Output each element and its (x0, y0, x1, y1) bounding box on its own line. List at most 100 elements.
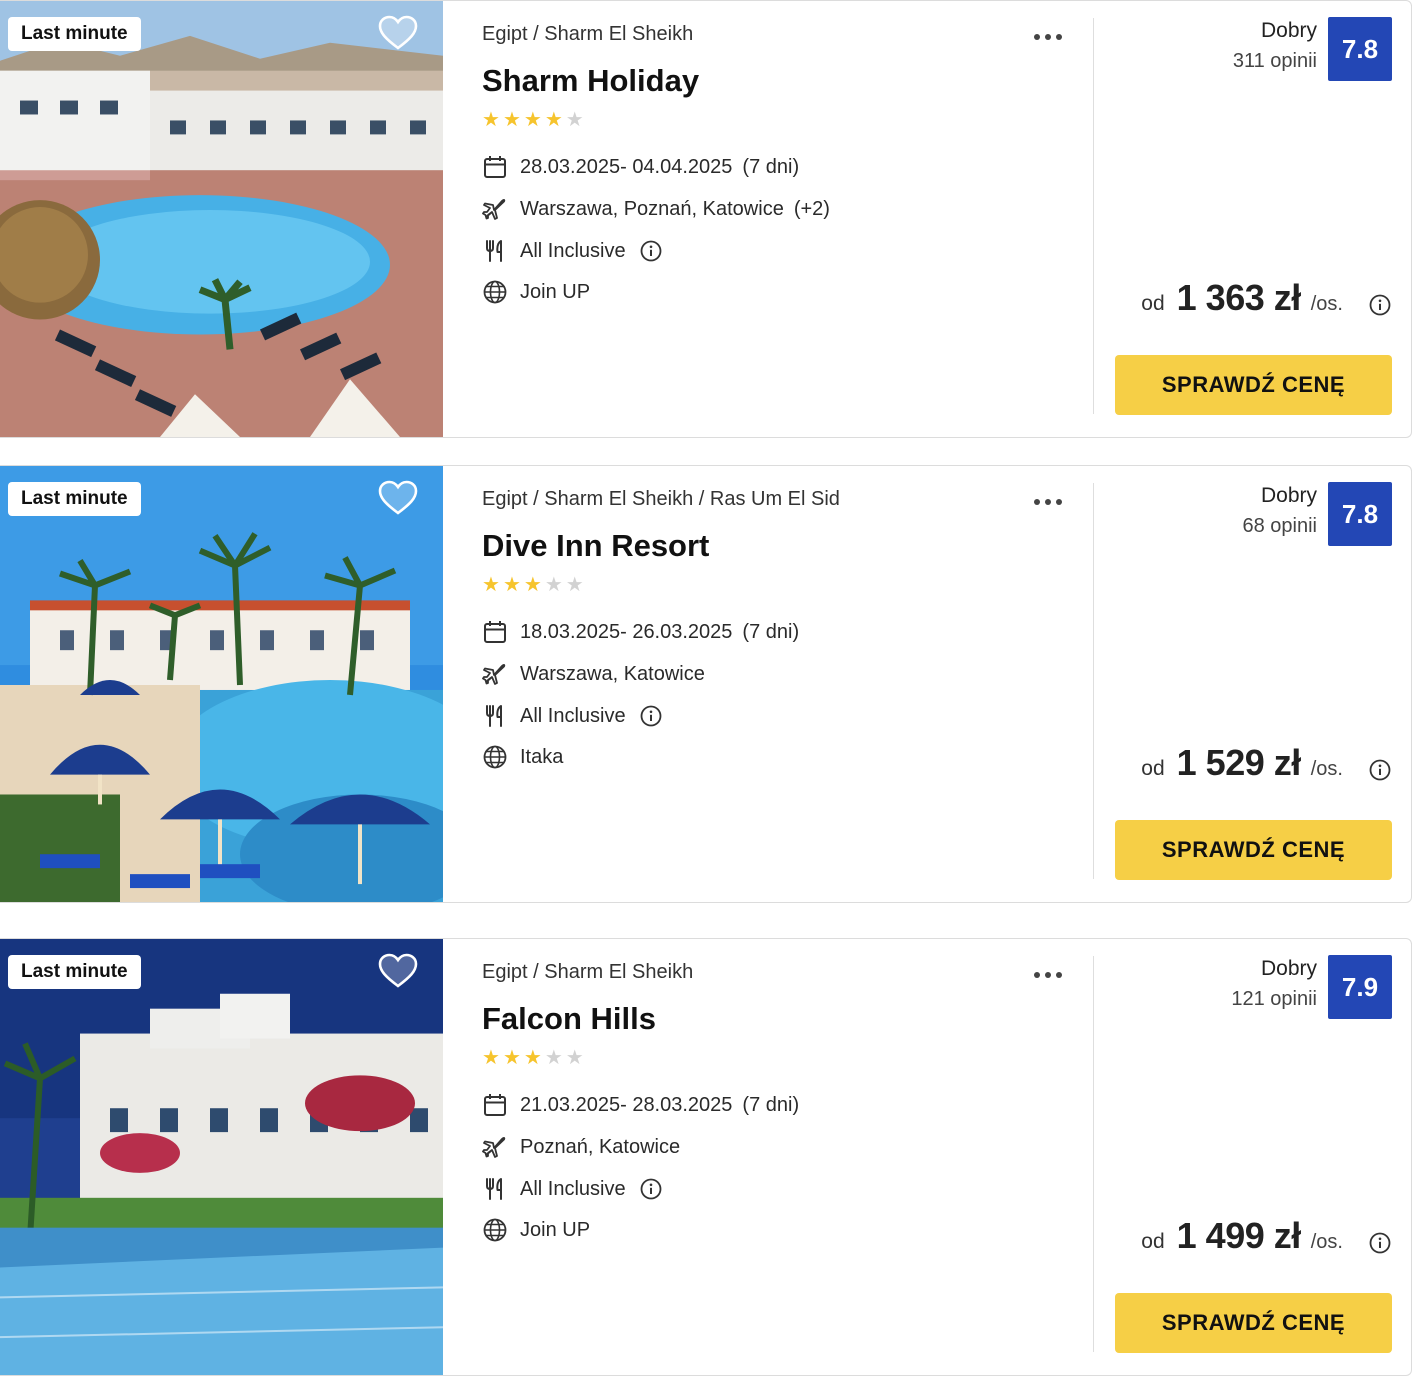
price-info-icon[interactable] (1369, 759, 1391, 781)
operator-row: Itaka (482, 744, 563, 770)
price: od 1 529 zł /os. (1141, 742, 1391, 790)
more-options-icon[interactable] (1030, 963, 1068, 987)
star-icon: ★ (544, 1047, 563, 1069)
info-icon[interactable] (640, 705, 662, 727)
rating-score-badge: 7.9 (1328, 955, 1392, 1019)
cutlery-icon (482, 703, 508, 729)
price-per-person: /os. (1310, 293, 1343, 315)
star-icon: ★ (565, 109, 584, 131)
review-count[interactable]: 311 opinii (1233, 50, 1317, 73)
star-icon: ★ (502, 1047, 521, 1069)
hotel-stars: ★ ★ ★ ★ ★ (482, 109, 584, 131)
departure-cities: Warszawa, Poznań, Katowice (520, 197, 784, 220)
calendar-icon (482, 154, 508, 180)
star-icon: ★ (502, 574, 521, 596)
check-price-button[interactable]: SPRAWDŹ CENĘ (1115, 355, 1392, 415)
last-minute-badge: Last minute (8, 482, 141, 516)
trip-duration: (7 dni) (742, 1093, 800, 1116)
review-count[interactable]: 68 opinii (1242, 515, 1317, 538)
star-icon: ★ (482, 109, 500, 131)
more-options-icon[interactable] (1030, 490, 1068, 514)
check-price-button[interactable]: SPRAWDŹ CENĘ (1115, 1293, 1392, 1353)
info-icon[interactable] (640, 240, 662, 262)
board-type: All Inclusive (520, 704, 626, 727)
operator-row: Join UP (482, 279, 590, 305)
departure-cities: Poznań, Katowice (520, 1135, 681, 1158)
travel-dates: 21.03.2025- 28.03.2025 (520, 1093, 733, 1116)
globe-icon (482, 279, 508, 305)
rating[interactable]: Dobry 68 opinii 7.8 (1105, 482, 1395, 548)
hotel-name[interactable]: Sharm Holiday (482, 63, 699, 99)
hotel-stars: ★ ★ ★ ★ ★ (482, 1047, 584, 1069)
departure-cities: Warszawa, Katowice (520, 662, 705, 685)
offer-card[interactable]: Last minute Egipt / Sharm El Sheikh Shar… (0, 0, 1412, 438)
price-prefix: od (1141, 292, 1165, 315)
departures-row: Warszawa, Katowice (482, 661, 705, 687)
star-icon: ★ (523, 109, 542, 131)
dates-row: 21.03.2025- 28.03.2025 (7 dni) (482, 1092, 799, 1118)
plane-icon (482, 661, 508, 687)
price-info-icon[interactable] (1369, 294, 1391, 316)
heart-icon[interactable] (378, 15, 418, 51)
heart-icon[interactable] (378, 480, 418, 516)
price-prefix: od (1141, 1230, 1165, 1253)
star-icon: ★ (565, 574, 584, 596)
review-count[interactable]: 121 opinii (1231, 988, 1317, 1011)
departures-row: Poznań, Katowice (482, 1134, 680, 1160)
trip-duration: (7 dni) (742, 620, 800, 643)
price-prefix: od (1141, 757, 1165, 780)
rating-label: Dobry (1260, 484, 1317, 507)
rating-label: Dobry (1260, 957, 1317, 980)
location-breadcrumb[interactable]: Egipt / Sharm El Sheikh (482, 23, 693, 46)
hotel-stars: ★ ★ ★ ★ ★ (482, 574, 584, 596)
board-row: All Inclusive (482, 1176, 662, 1202)
plane-icon (482, 196, 508, 222)
trip-duration: (7 dni) (742, 155, 800, 178)
more-departures[interactable]: (+2) (794, 198, 830, 221)
hotel-name[interactable]: Dive Inn Resort (482, 528, 709, 564)
board-type: All Inclusive (520, 239, 626, 262)
globe-icon (482, 744, 508, 770)
price-per-person: /os. (1310, 1231, 1343, 1253)
operator-row: Join UP (482, 1217, 590, 1243)
rating-score-badge: 7.8 (1328, 482, 1392, 546)
heart-icon[interactable] (378, 953, 418, 989)
tour-operator: Join UP (520, 1218, 591, 1241)
rating[interactable]: Dobry 311 opinii 7.8 (1105, 17, 1395, 83)
price-per-person: /os. (1310, 758, 1343, 780)
last-minute-badge: Last minute (8, 955, 141, 989)
star-icon: ★ (482, 1047, 500, 1069)
check-price-button[interactable]: SPRAWDŹ CENĘ (1115, 820, 1392, 880)
rating[interactable]: Dobry 121 opinii 7.9 (1105, 955, 1395, 1021)
star-icon: ★ (565, 1047, 584, 1069)
location-breadcrumb[interactable]: Egipt / Sharm El Sheikh (482, 961, 693, 984)
hotel-photo[interactable] (0, 939, 443, 1375)
board-row: All Inclusive (482, 703, 662, 729)
location-breadcrumb[interactable]: Egipt / Sharm El Sheikh / Ras Um El Sid (482, 488, 840, 511)
price: od 1 363 zł /os. (1141, 277, 1391, 325)
tour-operator: Join UP (520, 280, 591, 303)
info-icon[interactable] (640, 1178, 662, 1200)
star-icon: ★ (544, 109, 563, 131)
rating-score-badge: 7.8 (1328, 17, 1392, 81)
price-info-icon[interactable] (1369, 1232, 1391, 1254)
price-value: 1 363 zł (1176, 277, 1302, 318)
last-minute-badge: Last minute (8, 17, 141, 51)
dates-row: 18.03.2025- 26.03.2025 (7 dni) (482, 619, 799, 645)
hotel-photo[interactable] (0, 466, 443, 902)
calendar-icon (482, 1092, 508, 1118)
more-options-icon[interactable] (1030, 25, 1068, 49)
dates-row: 28.03.2025- 04.04.2025 (7 dni) (482, 154, 799, 180)
hotel-photo[interactable] (0, 1, 443, 437)
board-type: All Inclusive (520, 1177, 626, 1200)
globe-icon (482, 1217, 508, 1243)
travel-dates: 18.03.2025- 26.03.2025 (520, 620, 733, 643)
hotel-name[interactable]: Falcon Hills (482, 1001, 656, 1037)
star-icon: ★ (544, 574, 563, 596)
star-icon: ★ (502, 109, 521, 131)
divider (1093, 956, 1094, 1352)
divider (1093, 18, 1094, 414)
offer-card[interactable]: Last minute Egipt / Sharm El Sheikh Falc… (0, 938, 1412, 1376)
offer-card[interactable]: Last minute Egipt / Sharm El Sheikh / Ra… (0, 465, 1412, 903)
price: od 1 499 zł /os. (1141, 1215, 1391, 1263)
